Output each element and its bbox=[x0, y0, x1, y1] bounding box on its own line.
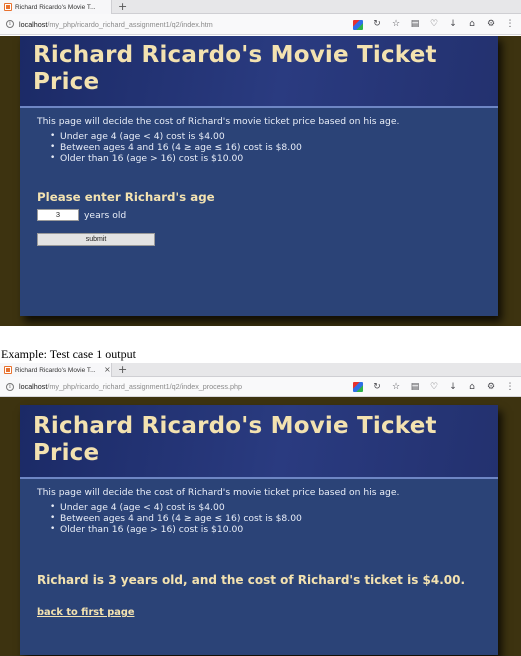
url-text[interactable]: localhost/my_php/ricardo_richard_assignm… bbox=[19, 20, 349, 29]
url-path: /my_php/ricardo_richard_assignment1/q2/i… bbox=[47, 382, 242, 391]
browser-tab[interactable]: Richard Ricardo's Movie T... bbox=[0, 0, 112, 14]
menu-icon[interactable]: ⋮ bbox=[505, 20, 515, 29]
figure-caption: Example: Test case 1 output bbox=[1, 347, 136, 361]
tab-title: Richard Ricardo's Movie T... bbox=[15, 366, 96, 374]
intro-text: This page will decide the cost of Richar… bbox=[37, 116, 400, 127]
tab-bar: Richard Ricardo's Movie T... × + bbox=[0, 363, 521, 377]
reader-icon[interactable]: ▤ bbox=[410, 20, 420, 29]
form-heading: Please enter Richard's age bbox=[37, 190, 215, 204]
settings-icon[interactable]: ⚙ bbox=[486, 382, 496, 392]
address-bar[interactable]: i localhost/my_php/ricardo_richard_assig… bbox=[0, 14, 521, 35]
page-content: This page will decide the cost of Richar… bbox=[20, 108, 498, 246]
price-rules-list: Under age 4 (age < 4) cost is $4.00 Betw… bbox=[50, 131, 498, 164]
download-icon[interactable]: ↓ bbox=[448, 20, 458, 29]
page-card: Richard Ricardo's Movie Ticket Price Thi… bbox=[20, 36, 498, 316]
tab-bar: Richard Ricardo's Movie T... + bbox=[0, 0, 521, 14]
age-unit-label: years old bbox=[84, 209, 127, 221]
reload-icon[interactable]: ↻ bbox=[372, 20, 382, 29]
address-bar[interactable]: i localhost/my_php/ricardo_richard_assig… bbox=[0, 377, 521, 397]
pocket-icon[interactable]: ♡ bbox=[429, 20, 439, 29]
toolbar-icons: ↻ ☆ ▤ ♡ ↓ ⌂ ⚙ ⋮ bbox=[353, 377, 515, 397]
download-icon[interactable]: ↓ bbox=[448, 382, 458, 392]
price-rule: Under age 4 (age < 4) cost is $4.00 bbox=[50, 502, 498, 513]
menu-icon[interactable]: ⋮ bbox=[505, 382, 515, 392]
color-extension-icon[interactable] bbox=[353, 382, 363, 392]
price-rule: Between ages 4 and 16 (4 ≥ age ≤ 16) cos… bbox=[50, 513, 498, 524]
star-icon[interactable]: ☆ bbox=[391, 20, 401, 29]
page-content: This page will decide the cost of Richar… bbox=[20, 479, 498, 619]
info-icon[interactable]: i bbox=[6, 382, 14, 391]
page-viewport-form: Richard Ricardo's Movie Ticket Price Thi… bbox=[0, 36, 521, 326]
browser-tab[interactable]: Richard Ricardo's Movie T... × bbox=[0, 363, 112, 377]
reload-icon[interactable]: ↻ bbox=[372, 382, 382, 392]
info-icon[interactable]: i bbox=[6, 20, 14, 28]
star-icon[interactable]: ☆ bbox=[391, 382, 401, 392]
back-link[interactable]: back to first page bbox=[37, 607, 134, 618]
age-input[interactable]: 3 bbox=[37, 209, 79, 221]
reader-icon[interactable]: ▤ bbox=[410, 382, 420, 392]
intro-text: This page will decide the cost of Richar… bbox=[37, 487, 400, 498]
url-text[interactable]: localhost/my_php/ricardo_richard_assignm… bbox=[19, 382, 349, 391]
home-icon[interactable]: ⌂ bbox=[467, 20, 477, 29]
tab-title: Richard Ricardo's Movie T... bbox=[15, 3, 96, 11]
home-icon[interactable]: ⌂ bbox=[467, 382, 477, 392]
page-banner: Richard Ricardo's Movie Ticket Price bbox=[20, 405, 498, 479]
price-rules-list: Under age 4 (age < 4) cost is $4.00 Betw… bbox=[50, 502, 498, 535]
url-host: localhost bbox=[19, 19, 48, 29]
toolbar-icons: ↻ ☆ ▤ ♡ ↓ ⌂ ⚙ ⋮ bbox=[353, 14, 515, 35]
page-title: Richard Ricardo's Movie Ticket Price bbox=[33, 42, 437, 95]
color-extension-icon[interactable] bbox=[353, 19, 363, 30]
new-tab-button[interactable]: + bbox=[118, 0, 127, 14]
result-message: Richard is 3 years old, and the cost of … bbox=[37, 573, 466, 587]
page-favicon-icon bbox=[4, 3, 12, 11]
price-rule: Under age 4 (age < 4) cost is $4.00 bbox=[50, 131, 498, 142]
page-banner: Richard Ricardo's Movie Ticket Price bbox=[20, 36, 498, 108]
page-favicon-icon bbox=[4, 366, 12, 374]
page-viewport-result: Richard Ricardo's Movie Ticket Price Thi… bbox=[0, 397, 521, 656]
close-icon[interactable]: × bbox=[104, 366, 111, 374]
url-path: /my_php/ricardo_richard_assignment1/q2/i… bbox=[47, 19, 213, 29]
submit-button[interactable]: submit bbox=[37, 233, 155, 246]
price-rule: Between ages 4 and 16 (4 ≥ age ≤ 16) cos… bbox=[50, 142, 498, 153]
age-row: 3 years old bbox=[37, 209, 498, 221]
page-title: Richard Ricardo's Movie Ticket Price bbox=[33, 413, 437, 466]
pocket-icon[interactable]: ♡ bbox=[429, 382, 439, 392]
page-card: Richard Ricardo's Movie Ticket Price Thi… bbox=[20, 405, 498, 655]
new-tab-button[interactable]: + bbox=[118, 363, 127, 377]
url-host: localhost bbox=[19, 382, 48, 391]
price-rule: Older than 16 (age > 16) cost is $10.00 bbox=[50, 524, 498, 535]
settings-icon[interactable]: ⚙ bbox=[486, 20, 496, 29]
price-rule: Older than 16 (age > 16) cost is $10.00 bbox=[50, 153, 498, 164]
